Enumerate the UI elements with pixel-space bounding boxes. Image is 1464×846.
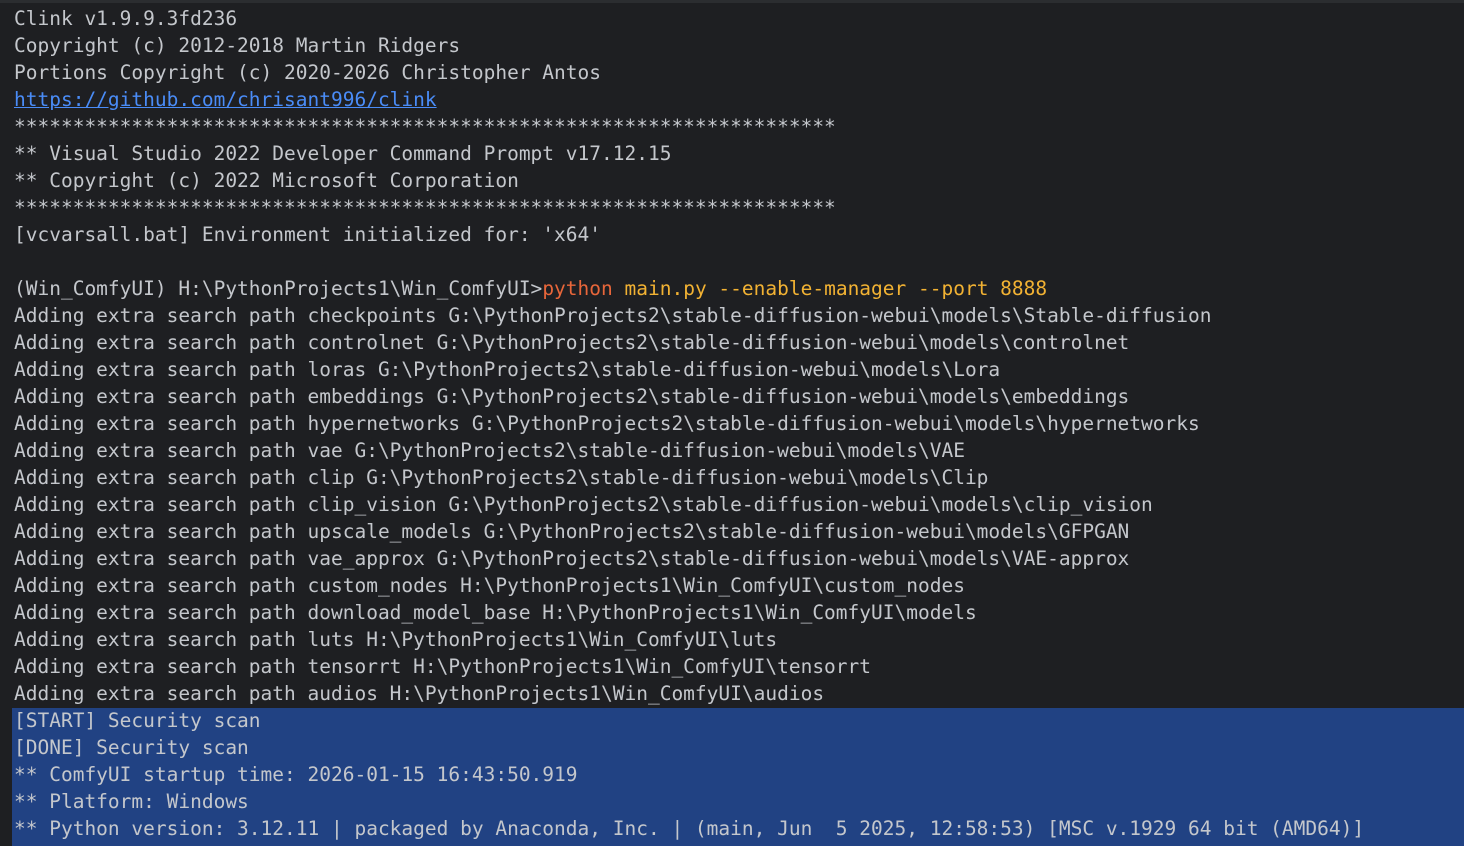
selected-output-line[interactable]: ** Python version: 3.12.11 | packaged by… [14,815,1464,842]
output-line: Adding extra search path download_model_… [14,601,977,624]
window-top-edge [0,0,1464,3]
output-line: Adding extra search path custom_nodes H:… [14,574,965,597]
output-line: Adding extra search path hypernetworks G… [14,412,1200,435]
separator-stars-line: ****************************************… [14,115,836,138]
output-line: Adding extra search path clip_vision G:\… [14,493,1153,516]
command-prompt-line: (Win_ComfyUI) H:\PythonProjects1\Win_Com… [14,275,1464,302]
selected-output-line[interactable]: [DONE] Security scan [14,734,1464,761]
separator-stars-line: ****************************************… [14,196,836,219]
command-arguments: main.py --enable-manager --port 8888 [612,277,1048,300]
vs-title-line: ** Visual Studio 2022 Developer Command … [14,142,672,165]
selected-output-line[interactable]: ** Platform: Windows [14,788,1464,815]
output-line: Adding extra search path audios H:\Pytho… [14,682,825,705]
terminal-output[interactable]: Clink v1.9.9.3fd236 Copyright (c) 2012-2… [14,5,1464,842]
terminal-window[interactable]: Clink v1.9.9.3fd236 Copyright (c) 2012-2… [0,0,1464,846]
output-line: Adding extra search path controlnet G:\P… [14,331,1130,354]
output-line: Adding extra search path embeddings G:\P… [14,385,1130,408]
output-line: Adding extra search path upscale_models … [14,520,1130,543]
clink-github-link[interactable]: https://github.com/chrisant996/clink [14,88,437,111]
output-line: Adding extra search path tensorrt H:\Pyt… [14,655,872,678]
clink-version-line: Clink v1.9.9.3fd236 [14,7,238,30]
selected-output-line[interactable]: [START] Security scan [14,707,1464,734]
output-line: Adding extra search path checkpoints G:\… [14,304,1212,327]
output-line: Adding extra search path luts H:\PythonP… [14,628,778,651]
vs-copyright-line: ** Copyright (c) 2022 Microsoft Corporat… [14,169,519,192]
output-line: Adding extra search path clip G:\PythonP… [14,466,989,489]
output-line: Adding extra search path vae G:\PythonPr… [14,439,965,462]
command-keyword: python [542,277,613,300]
output-line: Adding extra search path vae_approx G:\P… [14,547,1130,570]
portions-copyright-line: Portions Copyright (c) 2020-2026 Christo… [14,61,601,84]
selected-output-line[interactable]: ** ComfyUI startup time: 2026-01-15 16:4… [14,761,1464,788]
prompt-path: (Win_ComfyUI) H:\PythonProjects1\Win_Com… [14,277,543,300]
output-line: Adding extra search path loras G:\Python… [14,358,1001,381]
clink-copyright-line: Copyright (c) 2012-2018 Martin Ridgers [14,34,461,57]
vcvars-line: [vcvarsall.bat] Environment initialized … [14,223,601,246]
